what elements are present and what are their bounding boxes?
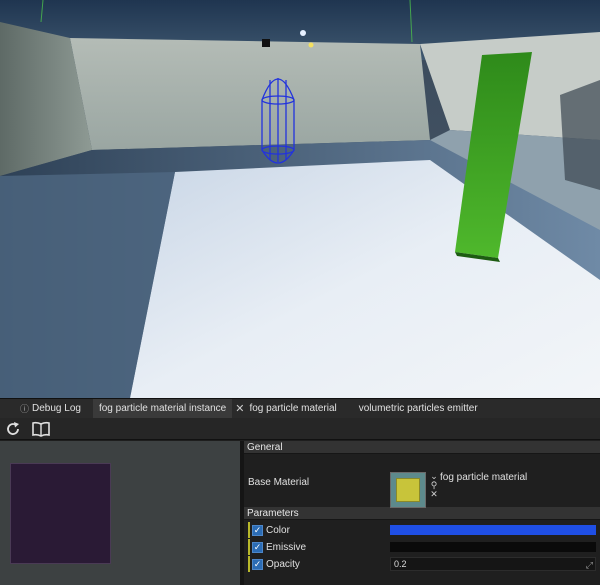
group-header-general[interactable]: General [244,441,600,454]
tab-label: volumetric particles emitter [358,403,478,414]
base-material-name: fog particle material [440,472,528,483]
tab-label: Debug Log [32,403,81,414]
tab-fog-particle-material-instance[interactable]: fog particle material instance [92,398,233,419]
override-indicator [248,522,250,538]
tab-debug-log[interactable]: ⓘ Debug Log [14,399,87,419]
color-label: Color [266,524,290,536]
opacity-value-input[interactable]: 0.2 ⤢ [390,557,596,571]
info-circle-icon: ⓘ [20,404,30,414]
editor-toolbar [0,418,600,440]
color-enabled-checkbox[interactable]: ✓ [252,524,263,536]
property-label-color: ✓ Color [244,522,390,538]
override-indicator [248,539,250,555]
scene-render [0,0,600,398]
property-label-opacity: ✓ Opacity [244,556,390,572]
material-preview-swatch [10,463,111,564]
property-row-base-material: Base Material ⌄ ⚲ ✕ fog particle materia… [244,454,600,508]
editor-tab-bar: ⓘ Debug Log fog particle material instan… [0,398,600,419]
asset-picker-tools: ⌄ ⚲ ✕ [429,472,439,499]
close-icon[interactable]: ✕ [232,402,247,415]
reload-button[interactable] [2,419,24,439]
property-label-emissive: ✓ Emissive [244,539,390,555]
property-row-emissive: ✓ Emissive [244,539,600,555]
scene-viewport[interactable] [0,0,600,398]
checkmark-icon: ✓ [253,524,262,535]
opacity-enabled-checkbox[interactable]: ✓ [252,558,263,570]
property-row-color: ✓ Color [244,522,600,538]
checkmark-icon: ✓ [253,558,262,569]
clear-icon[interactable]: ✕ [430,490,438,499]
tab-volumetric-particles-emitter[interactable]: volumetric particles emitter [353,399,484,419]
expand-icon[interactable]: ⤢ [586,559,593,571]
color-value-swatch[interactable] [390,525,596,535]
open-book-icon [32,421,50,437]
emissive-label: Emissive [266,541,307,553]
docs-button[interactable] [30,419,52,439]
tab-label: fog particle material instance [98,403,227,414]
emissive-enabled-checkbox[interactable]: ✓ [252,541,263,553]
base-material-label: Base Material [248,477,310,488]
reload-icon [7,421,19,435]
group-header-parameters[interactable]: Parameters [244,507,600,520]
material-thumbnail-swatch [396,478,420,502]
checkmark-icon: ✓ [253,541,262,552]
base-material-thumbnail[interactable] [390,472,426,508]
override-indicator [248,556,250,572]
tab-label: fog particle material [249,403,337,414]
property-row-opacity: ✓ Opacity 0.2 ⤢ [244,556,600,572]
properties-panel: General Base Material ⌄ ⚲ ✕ fog particle… [244,441,600,585]
opacity-value: 0.2 [394,559,407,569]
material-preview-panel[interactable] [0,441,240,585]
tab-fog-particle-material[interactable]: fog particle material [247,399,342,419]
opacity-label: Opacity [266,558,300,570]
emissive-value-swatch[interactable] [390,542,596,552]
